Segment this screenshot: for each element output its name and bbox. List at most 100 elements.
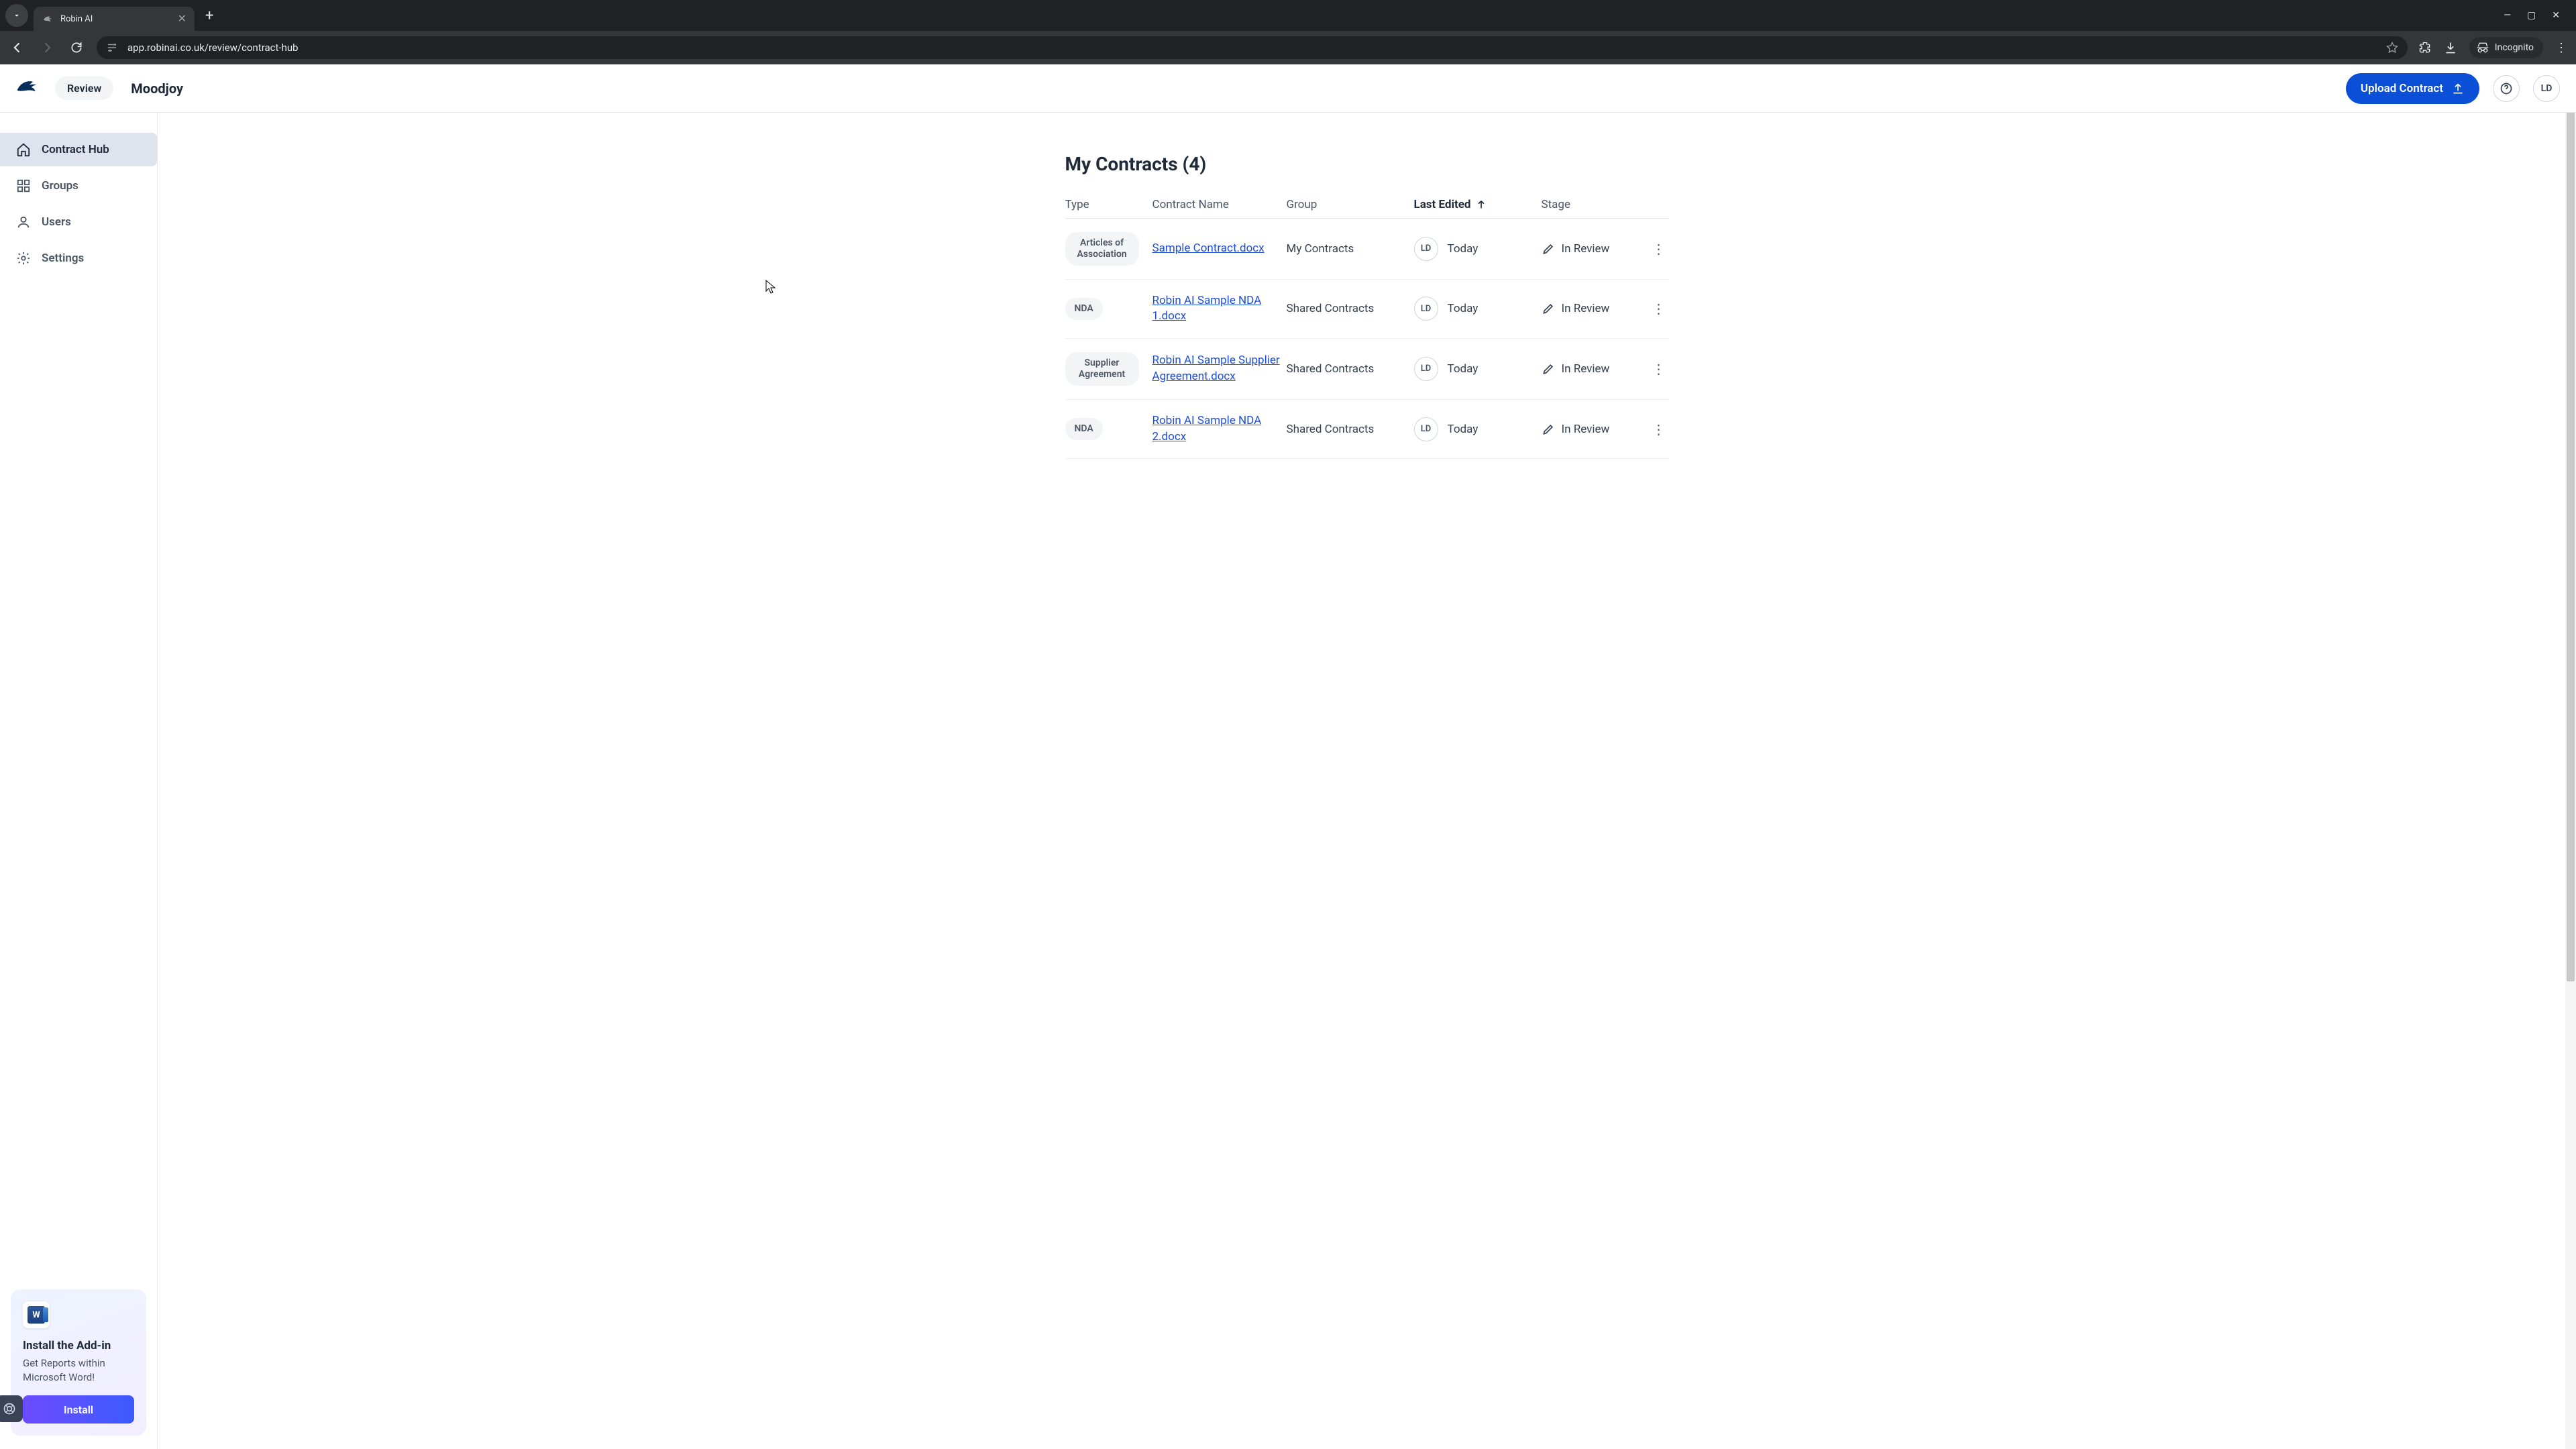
downloads-icon[interactable] [2444,41,2457,54]
review-label: Review [67,82,101,95]
type-pill: Supplier Agreement [1065,352,1139,386]
type-pill: NDA [1065,418,1103,440]
col-stage[interactable]: Stage [1542,198,1649,211]
back-button[interactable] [8,41,27,54]
help-icon [2500,82,2513,95]
sidebar-item-users[interactable]: Users [0,205,157,239]
col-type[interactable]: Type [1065,198,1152,211]
incognito-chip[interactable]: Incognito [2469,37,2543,58]
word-icon: W [23,1301,50,1328]
support-bubble[interactable] [0,1395,23,1422]
contract-link[interactable]: Robin AI Sample Supplier Agreement.docx [1152,354,1280,383]
avatar-initials: LD [2541,83,2553,94]
edited-text: Today [1448,423,1479,436]
help-button[interactable] [2493,75,2520,102]
col-group[interactable]: Group [1287,198,1414,211]
sidebar: Contract Hub Groups Users Settings W Ins… [0,113,158,1449]
new-tab-button[interactable]: + [200,7,219,24]
editor-badge: LD [1414,297,1438,321]
type-pill: NDA [1065,298,1103,320]
upload-contract-button[interactable]: Upload Contract [2346,73,2479,104]
browser-toolbar: app.robinai.co.uk/review/contract-hub In… [0,31,2576,64]
editor-badge: LD [1414,417,1438,441]
table-row: Articles of Association Sample Contract.d… [1065,219,1669,280]
app-header: Review Moodjoy Upload Contract LD [0,64,2576,113]
upload-icon [2451,82,2465,95]
reload-button[interactable] [67,41,86,54]
url-text: app.robinai.co.uk/review/contract-hub [127,42,2377,54]
type-pill: Articles of Association [1065,232,1139,266]
incognito-label: Incognito [2495,42,2534,53]
bookmark-icon[interactable] [2386,42,2398,54]
sidebar-item-contract-hub[interactable]: Contract Hub [0,133,157,166]
sidebar-item-settings[interactable]: Settings [0,241,157,275]
gear-icon [16,251,31,266]
group-cell: Shared Contracts [1287,362,1414,376]
stage-cell: In Review [1542,242,1649,256]
col-contract-name[interactable]: Contract Name [1152,198,1287,211]
install-label: Install [64,1403,93,1416]
window-maximize-icon[interactable]: ▢ [2527,10,2536,21]
table-row: NDA Robin AI Sample NDA 2.docx Shared Cont… [1065,400,1669,460]
address-bar[interactable]: app.robinai.co.uk/review/contract-hub [97,36,2408,59]
pencil-icon [1542,302,1555,315]
sort-ascending-icon [1476,199,1487,210]
pencil-icon [1542,362,1555,376]
row-menu-button[interactable]: ⋮ [1649,301,1669,317]
contract-link[interactable]: Robin AI Sample NDA 2.docx [1152,414,1262,443]
addin-card: W Install the Add-in Get Reports within … [11,1289,146,1436]
sidebar-item-label: Settings [42,252,84,265]
sidebar-item-groups[interactable]: Groups [0,169,157,203]
incognito-icon [2476,41,2489,54]
edited-text: Today [1448,362,1479,376]
window-minimize-icon[interactable]: — [2504,10,2511,21]
org-name: Moodjoy [131,80,183,97]
review-pill[interactable]: Review [55,76,113,100]
stage-cell: In Review [1542,423,1649,436]
scrollbar[interactable] [2565,113,2576,1449]
browser-menu-icon[interactable]: ⋮ [2555,41,2568,55]
sidebar-item-label: Users [42,215,71,229]
pencil-icon [1542,423,1555,436]
row-menu-button[interactable]: ⋮ [1649,241,1669,257]
table-row: Supplier Agreement Robin AI Sample Suppli… [1065,339,1669,400]
stage-cell: In Review [1542,362,1649,376]
sidebar-item-label: Groups [42,179,78,193]
page-title: My Contracts (4) [1065,153,1669,175]
row-menu-button[interactable]: ⋮ [1649,361,1669,377]
robin-logo[interactable] [16,77,42,100]
addin-subtitle: Get Reports within Microsoft Word! [23,1356,134,1385]
contract-link[interactable]: Robin AI Sample NDA 1.docx [1152,294,1262,323]
extensions-icon[interactable] [2418,41,2432,54]
contracts-table: Type Contract Name Group Last Edited Sta… [1065,191,1669,459]
tab-search-button[interactable] [5,4,28,27]
group-cell: My Contracts [1287,242,1414,256]
stage-cell: In Review [1542,302,1649,315]
contract-link[interactable]: Sample Contract.docx [1152,241,1265,255]
forward-button[interactable] [38,41,56,54]
tab-close-icon[interactable]: ✕ [178,13,186,24]
site-settings-icon[interactable] [106,42,118,54]
browser-tab[interactable]: Robin AI ✕ [34,7,195,31]
editor-badge: LD [1414,237,1438,261]
cursor-icon [765,280,776,294]
pencil-icon [1542,242,1555,256]
tab-favicon [42,13,54,25]
table-row: NDA Robin AI Sample NDA 1.docx Shared Cont… [1065,280,1669,339]
row-menu-button[interactable]: ⋮ [1649,421,1669,437]
install-button[interactable]: Install [23,1395,134,1424]
edited-text: Today [1448,242,1479,256]
edited-text: Today [1448,302,1479,315]
sidebar-item-label: Contract Hub [42,143,109,156]
group-cell: Shared Contracts [1287,423,1414,436]
user-icon [16,215,31,229]
upload-label: Upload Contract [2361,82,2443,95]
col-last-edited[interactable]: Last Edited [1414,198,1542,211]
window-close-icon[interactable]: ✕ [2552,10,2560,21]
grid-icon [16,178,31,193]
col-label: Last Edited [1414,198,1471,211]
group-cell: Shared Contracts [1287,302,1414,315]
browser-tab-strip: Robin AI ✕ + — ▢ ✕ [0,0,2576,31]
user-avatar[interactable]: LD [2533,75,2560,102]
home-icon [16,142,31,157]
